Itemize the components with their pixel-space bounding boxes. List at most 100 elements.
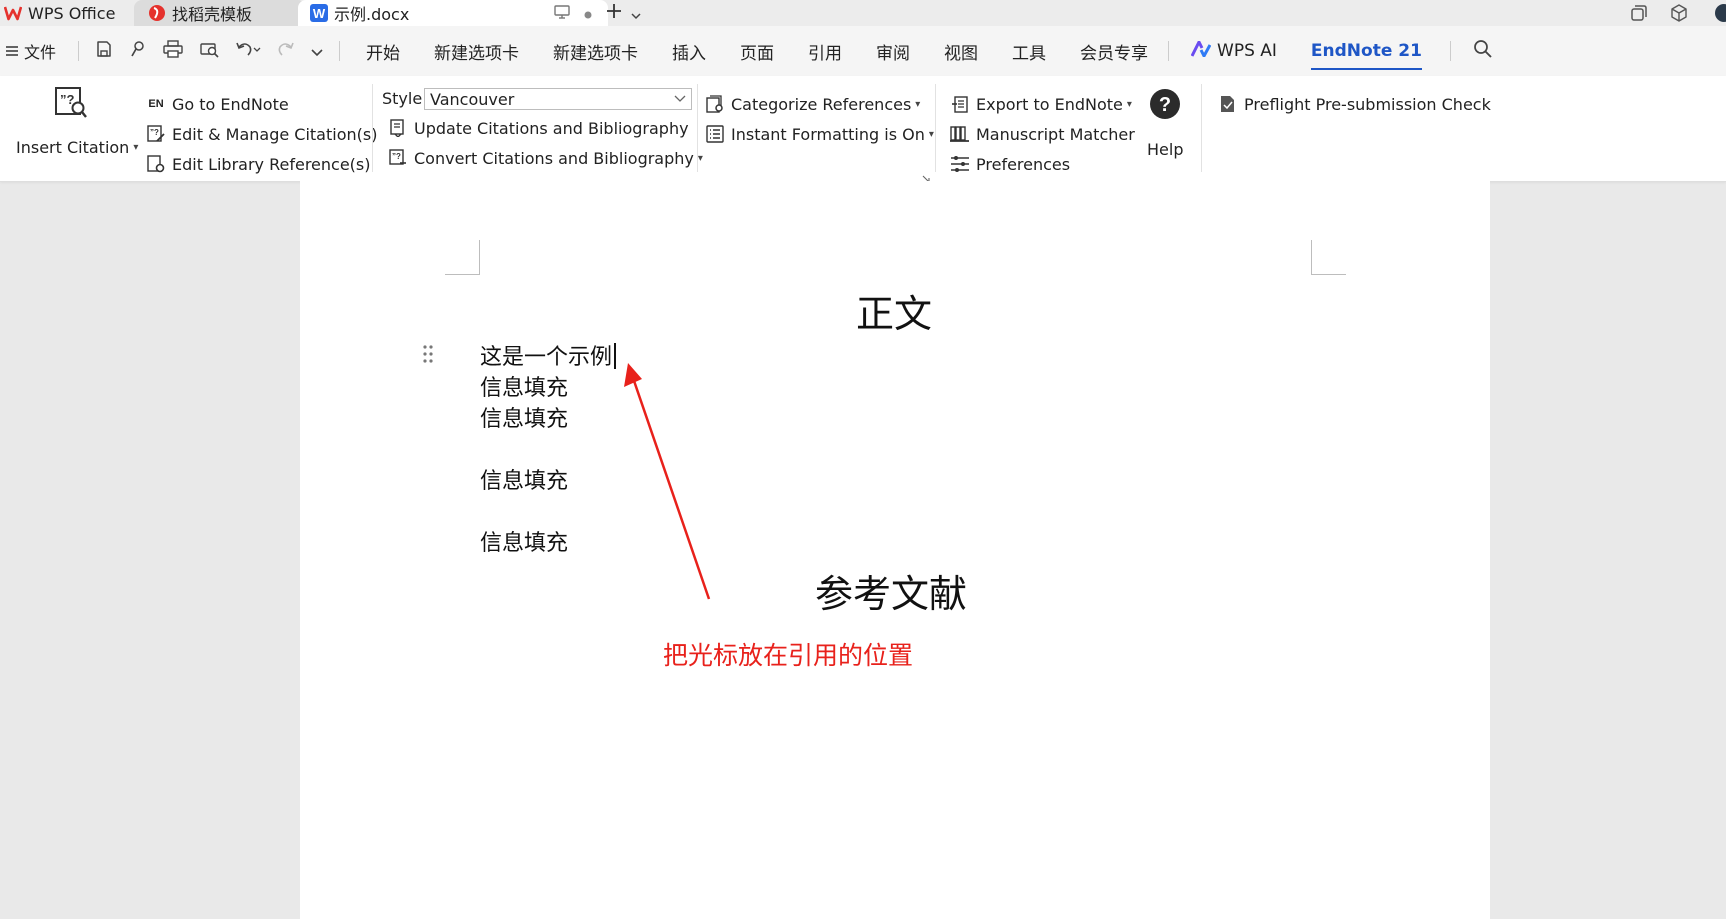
endnote-ribbon: ”? Insert Citation ▾ EN Go to EndNote ”?… xyxy=(0,76,1726,183)
menu-new-tab-1[interactable]: 新建选项卡 xyxy=(434,39,519,64)
heading-references[interactable]: 参考文献 xyxy=(815,563,967,618)
instant-formatting-button[interactable]: Instant Formatting is On ▾ xyxy=(705,124,934,144)
manuscript-matcher-label: Manuscript Matcher xyxy=(976,124,1135,144)
preflight-check-button[interactable]: Preflight Pre-submission Check xyxy=(1218,94,1491,114)
doc-line-4[interactable]: 信息填充 xyxy=(480,463,568,495)
menu-bar: 文件 开始 新建选项卡 新建选项卡 插入 页面 引用 审阅 视图 工具 会员专享… xyxy=(0,26,1726,76)
account-avatar-icon[interactable] xyxy=(1712,0,1726,26)
heading-main-body[interactable]: 正文 xyxy=(856,283,932,338)
tab-wps-label: WPS Office xyxy=(28,3,116,23)
preflight-doc-icon xyxy=(1218,94,1238,114)
help-button[interactable]: ? Help xyxy=(1143,88,1193,160)
help-question-icon: ? xyxy=(1149,88,1181,124)
doc-line-5[interactable]: 信息填充 xyxy=(480,525,568,557)
undo-icon[interactable] xyxy=(235,40,261,62)
library-gear-icon xyxy=(146,154,166,174)
categorize-references-button[interactable]: Categorize References ▾ xyxy=(705,94,920,114)
word-doc-icon: W xyxy=(310,4,328,22)
export-icon xyxy=(950,94,970,114)
divider xyxy=(339,41,341,61)
convert-citations-label: Convert Citations and Bibliography xyxy=(414,148,694,168)
svg-text:”?: ”? xyxy=(60,92,75,107)
tab-template[interactable]: 找稻壳模板 xyxy=(134,0,306,26)
doc-line-2[interactable]: 信息填充 xyxy=(480,370,568,402)
more-chevron-icon[interactable] xyxy=(311,42,323,61)
instant-formatting-label: Instant Formatting is On xyxy=(731,124,925,144)
update-citations-label: Update Citations and Bibliography xyxy=(414,118,689,138)
formatting-list-icon xyxy=(705,124,725,144)
style-select-value: Vancouver xyxy=(430,89,515,109)
style-select[interactable]: Vancouver xyxy=(424,88,692,110)
drag-handle-icon[interactable] xyxy=(422,344,434,364)
divider xyxy=(1201,84,1202,172)
sliders-icon xyxy=(950,154,970,174)
screen-icon[interactable] xyxy=(554,4,570,23)
books-icon xyxy=(950,124,970,144)
file-menu-label: 文件 xyxy=(24,43,57,62)
divider xyxy=(697,84,698,172)
menu-endnote[interactable]: EndNote 21 xyxy=(1310,41,1422,70)
tab-wps-office[interactable]: WPS Office xyxy=(0,0,128,26)
preferences-button[interactable]: Preferences xyxy=(950,154,1070,174)
edit-library-reference-button[interactable]: Edit Library Reference(s) xyxy=(146,154,371,174)
redo-icon[interactable] xyxy=(277,40,295,62)
annotation-arrow-icon xyxy=(624,363,711,600)
wps-ai-label: WPS AI xyxy=(1217,41,1277,61)
go-to-endnote-label: Go to EndNote xyxy=(172,94,289,114)
tab-document-label: 示例.docx xyxy=(334,5,410,24)
insert-citation-button[interactable]: ”? Insert Citation ▾ xyxy=(14,86,138,158)
svg-text:W: W xyxy=(313,6,326,21)
unsaved-dot-icon[interactable] xyxy=(584,4,592,23)
update-doc-icon xyxy=(388,118,408,138)
edit-citation-icon: ”? xyxy=(146,124,166,144)
menu-tools[interactable]: 工具 xyxy=(1012,39,1046,64)
menu-insert[interactable]: 插入 xyxy=(672,39,706,64)
menu-page[interactable]: 页面 xyxy=(740,39,774,64)
menu-view[interactable]: 视图 xyxy=(944,39,978,64)
menu-new-tab-2[interactable]: 新建选项卡 xyxy=(553,39,638,64)
svg-text:?: ? xyxy=(1159,94,1171,116)
divider xyxy=(1449,41,1451,61)
restore-window-icon[interactable] xyxy=(1630,0,1648,26)
categorize-label: Categorize References xyxy=(731,94,912,114)
chevron-down-icon: ▾ xyxy=(133,142,139,153)
menu-home[interactable]: 开始 xyxy=(366,39,400,64)
tab-list-chevron-icon[interactable] xyxy=(631,1,641,25)
annotation-note: 把光标放在引用的位置 xyxy=(663,641,914,670)
cube-icon[interactable] xyxy=(1670,0,1688,26)
svg-text:”?: ”? xyxy=(392,152,401,161)
edit-library-label: Edit Library Reference(s) xyxy=(172,154,371,174)
print-preview-icon[interactable] xyxy=(199,40,219,62)
insert-citation-label: Insert Citation xyxy=(16,138,130,157)
divider xyxy=(372,84,373,172)
svg-text:”?: ”? xyxy=(150,128,159,137)
search-icon[interactable] xyxy=(1473,39,1493,63)
convert-citations-button[interactable]: ”? Convert Citations and Bibliography ▾ xyxy=(388,148,703,168)
print-icon[interactable] xyxy=(163,40,183,62)
file-menu[interactable]: 文件 xyxy=(6,39,56,63)
chevron-down-icon: ▾ xyxy=(928,128,934,140)
wps-logo-icon xyxy=(4,5,22,21)
update-citations-button[interactable]: Update Citations and Bibliography xyxy=(388,118,689,138)
menu-wps-ai[interactable]: WPS AI xyxy=(1190,40,1277,62)
edit-manage-label: Edit & Manage Citation(s) xyxy=(172,124,378,144)
chevron-down-icon: ▾ xyxy=(915,98,921,110)
edit-manage-citations-button[interactable]: ”? Edit & Manage Citation(s) xyxy=(146,124,377,144)
manuscript-matcher-button[interactable]: Manuscript Matcher xyxy=(950,124,1135,144)
menu-membership[interactable]: 会员专享 xyxy=(1080,39,1148,64)
new-tab-plus-icon[interactable] xyxy=(605,1,623,25)
divider xyxy=(1168,41,1170,61)
convert-doc-icon: ”? xyxy=(388,148,408,168)
save-icon[interactable] xyxy=(95,40,113,62)
chevron-down-icon xyxy=(674,92,686,106)
menu-references[interactable]: 引用 xyxy=(808,39,842,64)
doc-line-3[interactable]: 信息填充 xyxy=(480,401,568,433)
tab-document[interactable]: W 示例.docx xyxy=(298,0,608,26)
format-painter-icon[interactable] xyxy=(129,40,147,62)
go-to-endnote-button[interactable]: EN Go to EndNote xyxy=(146,94,289,114)
doc-line-1[interactable]: 这是一个示例 xyxy=(480,339,617,371)
menu-review[interactable]: 审阅 xyxy=(876,39,910,64)
export-to-endnote-button[interactable]: Export to EndNote ▾ xyxy=(950,94,1132,114)
divider xyxy=(78,41,80,61)
wps-ai-icon xyxy=(1190,40,1212,62)
